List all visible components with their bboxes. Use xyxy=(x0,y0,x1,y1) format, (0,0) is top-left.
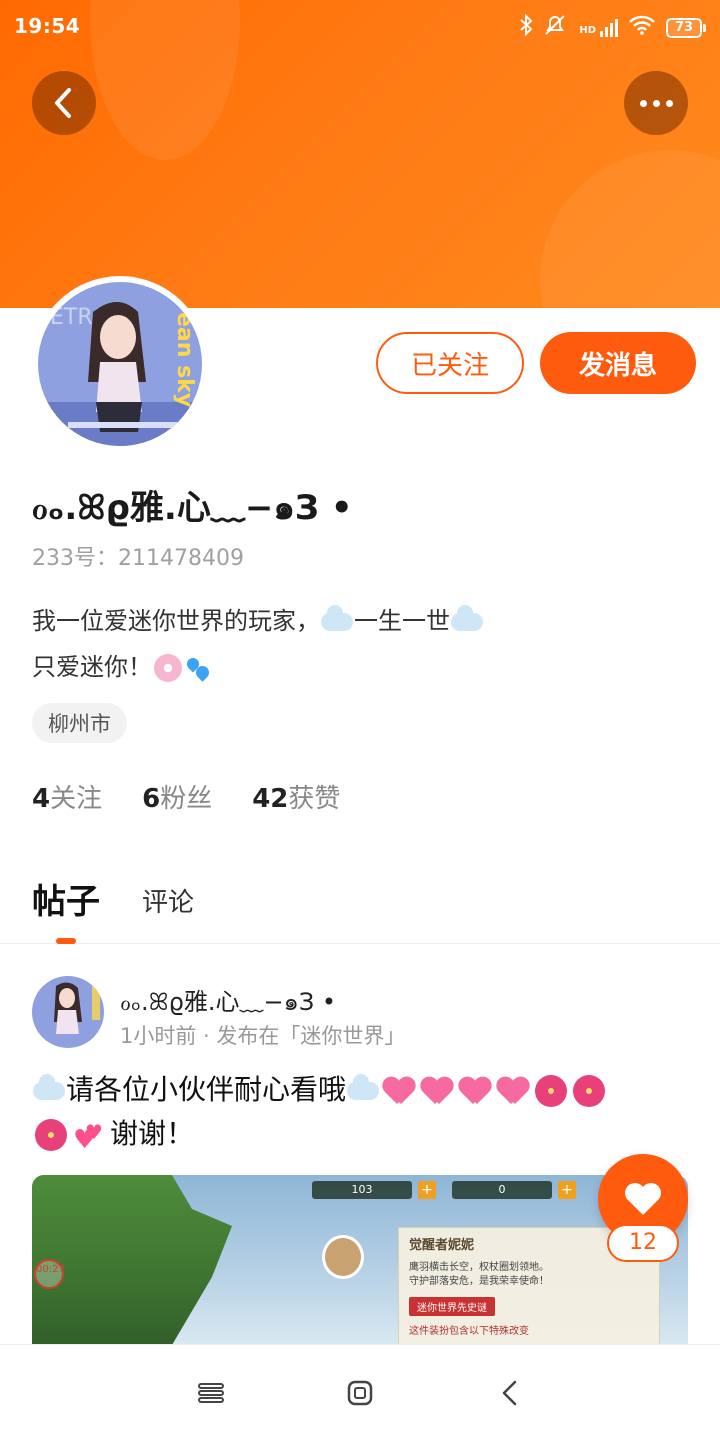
stat-label: 粉丝 xyxy=(160,784,213,814)
recent-apps-button[interactable] xyxy=(195,1377,227,1409)
bio-text: 我一位爱迷你世界的玩家， xyxy=(32,607,320,635)
status-bar: 19:54 HD 73 xyxy=(0,0,720,54)
following-button[interactable]: 已关注 xyxy=(376,332,524,394)
stat-label: 获赞 xyxy=(288,784,341,814)
stat-number: 4 xyxy=(32,784,51,814)
stat-following[interactable]: 4关注 xyxy=(32,778,102,815)
cloud-icon xyxy=(321,605,353,631)
heart-icon xyxy=(625,1183,661,1215)
profile-stats: 4关注 6粉丝 42获赞 xyxy=(32,778,340,815)
panel-line: 鹰羽横击长空，权杖圈划领地。 xyxy=(409,1262,549,1273)
hud-value: 0 xyxy=(498,1183,506,1196)
bio-text: 只爱迷你！ xyxy=(32,653,152,681)
profile-avatar[interactable]: ETRO ean sky xyxy=(32,276,208,452)
home-button[interactable] xyxy=(344,1377,376,1409)
bio-line-1: 我一位爱迷你世界的玩家， 一生一世 xyxy=(32,598,692,644)
hud-currency-left: 103 + xyxy=(312,1181,436,1199)
avatar-banner-text: ean sky xyxy=(172,312,197,407)
wifi-icon xyxy=(628,15,656,40)
tab-comments[interactable]: 评论 xyxy=(142,882,194,919)
cherry-blossom-icon xyxy=(154,654,182,682)
panel-line: 守护部落安危，是我荣幸使命！ xyxy=(409,1276,549,1287)
post-text-thanks: 谢谢！ xyxy=(110,1117,195,1150)
profile-bio: 我一位爱迷你世界的玩家， 一生一世 只爱迷你！ xyxy=(32,598,692,690)
avatar-image: ETRO ean sky xyxy=(38,282,202,446)
game-timer: 00:27 xyxy=(34,1259,65,1289)
stat-followers[interactable]: 6粉丝 xyxy=(142,778,212,815)
game-scene-blocks xyxy=(32,1175,232,1345)
post-meta: 1小时前 · 发布在「迷你世界」 xyxy=(120,1024,406,1048)
mute-bell-icon xyxy=(543,14,567,41)
pink-heart-icon xyxy=(421,1076,453,1106)
pink-heart-icon xyxy=(459,1076,491,1106)
status-icons: HD 73 xyxy=(519,13,706,41)
panel-footer: 这件装扮包含以下特殊改变 xyxy=(409,1326,529,1337)
pink-heart-icon xyxy=(383,1076,415,1106)
bio-text: 一生一世 xyxy=(354,607,450,635)
status-time: 19:54 xyxy=(14,14,81,38)
hibiscus-icon xyxy=(535,1075,568,1107)
like-count: 12 xyxy=(607,1224,679,1262)
stat-label: 关注 xyxy=(50,784,103,814)
content-tabs: 帖子 评论 xyxy=(0,856,720,944)
more-options-button[interactable] xyxy=(624,71,688,135)
hibiscus-icon xyxy=(35,1119,67,1151)
back-button[interactable] xyxy=(32,71,96,135)
location-chip[interactable]: 柳州市 xyxy=(32,703,127,743)
system-navigation-bar xyxy=(0,1344,720,1440)
stat-number: 42 xyxy=(252,784,289,814)
bio-line-2: 只爱迷你！ xyxy=(32,644,692,690)
hd-label: HD xyxy=(579,24,596,36)
post-text[interactable]: 请各位小伙伴耐心看哦 ♥ ♥ 谢谢！ xyxy=(32,1068,692,1156)
signal-icon: HD xyxy=(577,18,618,37)
battery-level: 73 xyxy=(666,17,702,38)
send-message-button[interactable]: 发消息 xyxy=(540,332,696,394)
header-decoration xyxy=(540,150,720,308)
hud-currency-right: 0 + xyxy=(452,1181,576,1199)
cloud-icon xyxy=(33,1074,65,1100)
hud-value: 103 xyxy=(351,1183,373,1196)
hibiscus-icon xyxy=(573,1075,606,1107)
home-square-icon xyxy=(347,1380,373,1406)
post-text-main: 请各位小伙伴耐心看哦 xyxy=(66,1073,347,1106)
stat-likes: 42获赞 xyxy=(252,778,340,815)
more-dots-icon xyxy=(639,99,673,107)
menu-icon xyxy=(198,1383,224,1403)
rabbit-character-icon xyxy=(322,1235,364,1279)
cloud-icon xyxy=(451,605,483,631)
stat-number: 6 xyxy=(142,784,161,814)
tab-posts[interactable]: 帖子 xyxy=(32,874,100,923)
active-tab-indicator xyxy=(56,938,76,944)
post-image[interactable]: 103 + 0 + 00:27 觉醒者妮妮 鹰羽横击长空，权杖圈划领地。 守护部落安… xyxy=(32,1175,688,1345)
back-chevron-icon xyxy=(502,1380,517,1406)
post-author-avatar[interactable] xyxy=(32,976,104,1048)
two-hearts-icon: ♥ ♥ xyxy=(73,1120,103,1155)
profile-id: 233号：211478409 xyxy=(32,546,244,571)
sweat-droplets-icon xyxy=(184,654,212,682)
chevron-left-icon xyxy=(55,88,71,118)
bluetooth-icon xyxy=(519,13,533,41)
cloud-icon xyxy=(347,1074,380,1100)
profile-username: ℴₒ.ꕤϱ雅.心﹏−๑З • xyxy=(32,488,353,528)
panel-tag: 迷你世界先史谜 xyxy=(409,1297,495,1316)
system-back-button[interactable] xyxy=(494,1377,526,1409)
game-hud: 103 + 0 + xyxy=(312,1181,576,1199)
battery-icon: 73 xyxy=(666,17,706,38)
post-author-name[interactable]: ℴₒ.ꕤϱ雅.心﹏−๑З • xyxy=(120,982,336,1021)
pink-heart-icon xyxy=(497,1076,529,1106)
